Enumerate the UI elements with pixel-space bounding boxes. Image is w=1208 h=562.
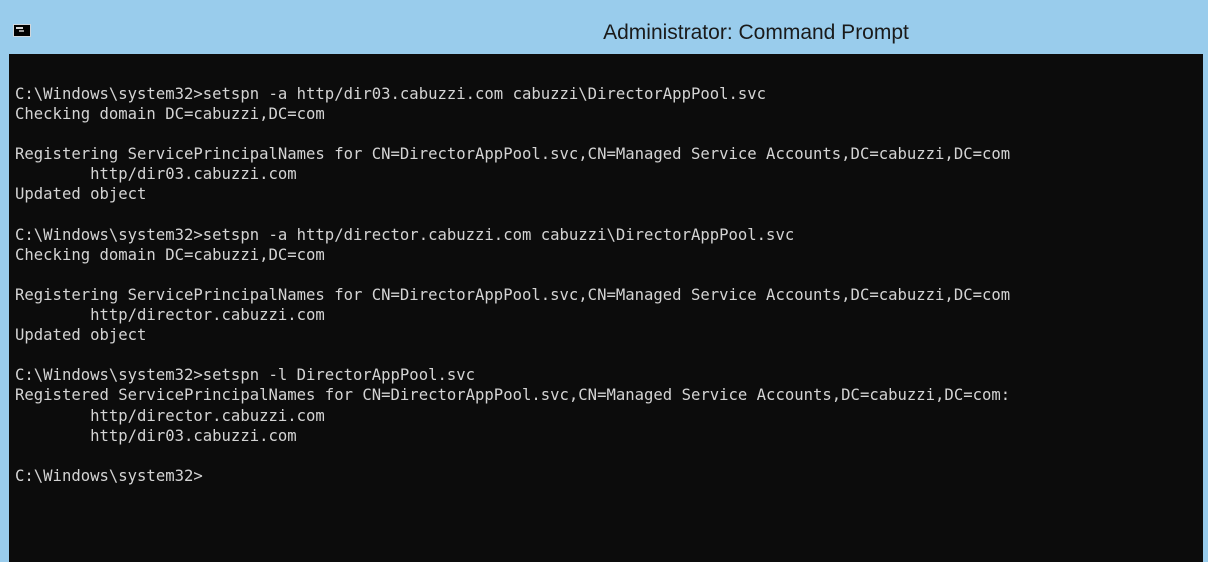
console-line: http/director.cabuzzi.com — [15, 306, 325, 325]
console-line: http/dir03.cabuzzi.com — [15, 165, 297, 184]
console-line: Checking domain DC=cabuzzi,DC=com — [15, 105, 325, 124]
console-line: Registered ServicePrincipalNames for CN=… — [15, 386, 1011, 405]
console-line: http/dir03.cabuzzi.com — [15, 426, 297, 445]
console-output[interactable]: C:\Windows\system32>setspn -a http/dir03… — [9, 54, 1203, 562]
console-line: Updated object — [15, 326, 147, 345]
window-title: Administrator: Command Prompt — [603, 21, 909, 44]
console-line: Checking domain DC=cabuzzi,DC=com — [15, 245, 325, 264]
console-line: Updated object — [15, 185, 147, 204]
title-bar[interactable]: Administrator: Command Prompt — [9, 0, 1203, 54]
console-line: C:\Windows\system32>setspn -l DirectorAp… — [15, 366, 476, 385]
command-prompt-window: Administrator: Command Prompt C:\Windows… — [0, 0, 1208, 562]
console-prompt[interactable]: C:\Windows\system32> — [15, 466, 1203, 486]
console-line: http/director.cabuzzi.com — [15, 406, 325, 425]
console-line: Registering ServicePrincipalNames for CN… — [15, 145, 1011, 164]
console-line: C:\Windows\system32>setspn -a http/dir03… — [15, 85, 767, 103]
console-line: Registering ServicePrincipalNames for CN… — [15, 285, 1011, 304]
console-line: C:\Windows\system32>setspn -a http/direc… — [15, 225, 795, 244]
